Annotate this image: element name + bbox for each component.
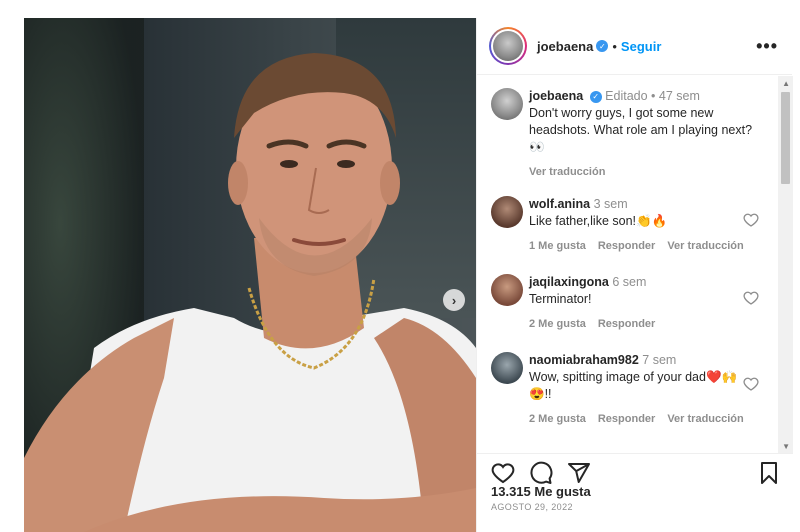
comment-username[interactable]: jaqilaxingona (529, 275, 609, 289)
avatar[interactable] (491, 88, 523, 120)
comment-text: Like father,like son!👏🔥 (529, 214, 668, 228)
chevron-right-icon: › (451, 292, 457, 308)
header-username[interactable]: joebaena (537, 39, 593, 54)
reply-button[interactable]: Responder (598, 411, 655, 428)
comment-age: 7 sem (642, 353, 677, 367)
post-caption: joebaena ✓ Editado • 47 sem Don't worry … (491, 88, 773, 181)
avatar[interactable] (491, 274, 523, 306)
avatar[interactable] (491, 196, 523, 228)
verified-badge-icon: ✓ (589, 90, 602, 103)
scrollbar-thumb[interactable] (781, 92, 790, 184)
caption-age: 47 sem (658, 89, 700, 103)
heart-icon[interactable] (743, 376, 759, 392)
post-image[interactable]: › (24, 18, 476, 532)
comments-list[interactable]: joebaena ✓ Editado • 47 sem Don't worry … (477, 76, 793, 454)
comment-icon[interactable] (529, 461, 553, 485)
comment-text: Wow, spitting image of your dad❤️🙌😍!! (529, 370, 738, 401)
caption-username[interactable]: joebaena (529, 89, 583, 103)
share-icon[interactable] (567, 461, 591, 485)
post-details-panel: joebaena ✓ • Seguir ••• joebaena ✓ Edita… (476, 18, 793, 532)
scroll-down-arrow-icon[interactable]: ▼ (782, 442, 790, 451)
post-header: joebaena ✓ • Seguir ••• (477, 18, 792, 75)
translate-link[interactable]: Ver traducción (667, 238, 743, 255)
comments-scrollbar[interactable]: ▲ ▼ (778, 76, 793, 453)
portrait-photo (24, 53, 476, 532)
heart-icon[interactable] (743, 290, 759, 306)
story-ring[interactable] (489, 27, 527, 65)
heart-icon[interactable] (491, 461, 515, 485)
follow-button[interactable]: Seguir (621, 39, 661, 54)
comment-item: wolf.anina 3 sem Like father,like son!👏🔥… (491, 196, 773, 255)
translate-link[interactable]: Ver traducción (529, 164, 605, 181)
more-options-icon[interactable]: ••• (756, 36, 778, 57)
likes-count[interactable]: 13.315 Me gusta (491, 484, 591, 499)
bookmark-icon[interactable] (757, 461, 781, 485)
reply-button[interactable]: Responder (598, 238, 655, 255)
verified-badge-icon: ✓ (596, 40, 609, 52)
caption-text: Don't worry guys, I got some new headsho… (529, 106, 753, 154)
comment-likes[interactable]: 2 Me gusta (529, 316, 586, 333)
comment-text: Terminator! (529, 292, 592, 306)
comment-age: 6 sem (612, 275, 647, 289)
comment-likes[interactable]: 2 Me gusta (529, 411, 586, 428)
translate-link[interactable]: Ver traducción (667, 411, 743, 428)
comment-item: jaqilaxingona 6 sem Terminator! 2 Me gus… (491, 274, 773, 333)
scroll-up-arrow-icon[interactable]: ▲ (782, 79, 790, 88)
comment-age: 3 sem (593, 197, 628, 211)
caption-edited: Editado (605, 89, 648, 103)
separator-dot: • (612, 38, 617, 54)
comment-item: naomiabraham982 7 sem Wow, spitting imag… (491, 352, 773, 428)
avatar[interactable] (491, 352, 523, 384)
comment-username[interactable]: naomiabraham982 (529, 353, 639, 367)
comment-username[interactable]: wolf.anina (529, 197, 590, 211)
next-image-button[interactable]: › (443, 289, 465, 311)
comment-likes[interactable]: 1 Me gusta (529, 238, 586, 255)
separator-dot: • (651, 89, 656, 103)
post-date[interactable]: AGOSTO 29, 2022 (491, 502, 573, 512)
reply-button[interactable]: Responder (598, 316, 655, 333)
heart-icon[interactable] (743, 212, 759, 228)
avatar (493, 31, 523, 61)
